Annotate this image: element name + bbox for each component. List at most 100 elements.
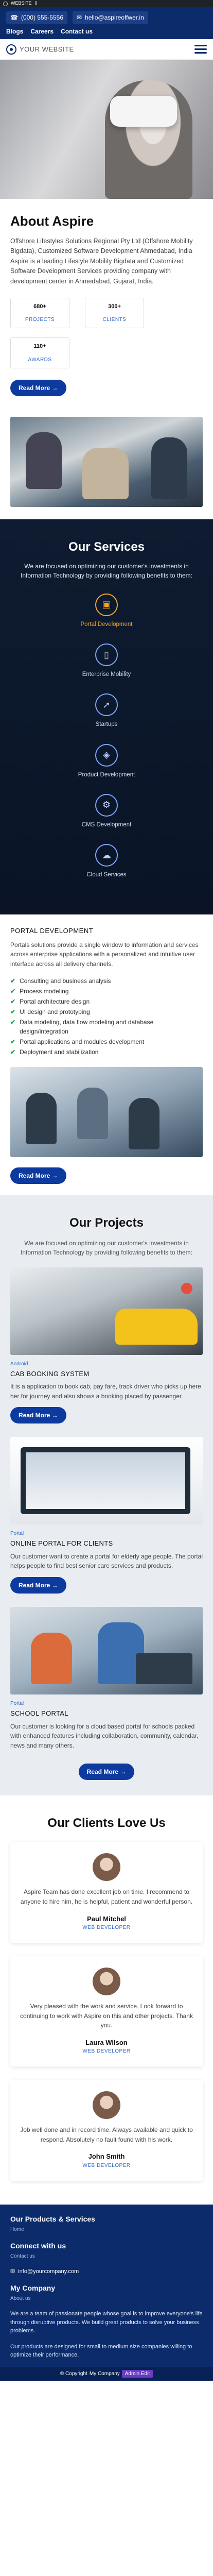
projects-more-button[interactable]: Read More →	[78, 1764, 135, 1781]
project-image[interactable]	[10, 1267, 203, 1355]
check-icon: ✔	[10, 1018, 16, 1026]
checklist-text: UI design and prototyping	[20, 1008, 90, 1015]
about-text: Offshore Lifestyles Solutions Regional P…	[10, 238, 193, 285]
about-image	[10, 416, 203, 507]
testimonial-name: Paul Mitchel	[87, 1914, 126, 1923]
footer-text: Our products are designed for small to m…	[10, 2343, 192, 2359]
portal-checklist: ✔ Consulting and business analysis ✔ Proces…	[10, 976, 203, 1057]
portal-read-more-button[interactable]: Read More →	[10, 1167, 66, 1184]
testimonial-name: John Smith	[88, 2153, 125, 2161]
checklist-item: ✔ Deployment and stabilization	[10, 1047, 203, 1057]
services-lead: We are focused on optimizing our custome…	[21, 562, 192, 579]
checklist-text: Process modeling	[20, 987, 69, 995]
service-name: Product Development	[78, 771, 135, 778]
stat-number: 300+	[108, 303, 121, 310]
footer-email-link[interactable]: ✉ info@yourcompany.com	[10, 2267, 203, 2276]
checklist-item: ✔ Portal architecture design	[10, 997, 203, 1006]
admin-bar-count[interactable]: 0	[35, 0, 38, 7]
service-item[interactable]: ◈ Product Development	[10, 743, 203, 779]
testimonial-role: WEB DEVELOPER	[82, 2048, 131, 2055]
testimonial-text: Very pleased with the work and service. …	[20, 2003, 193, 2029]
phone-link[interactable]: ☎ (000) 555-5556	[6, 11, 68, 24]
projects-title: Our Projects	[69, 1215, 144, 1230]
project-title[interactable]: CAB BOOKING SYSTEM	[10, 1369, 203, 1379]
logo-icon	[6, 44, 16, 55]
service-name: Portal Development	[80, 621, 133, 628]
mobile-icon: ▯	[95, 643, 118, 667]
service-item[interactable]: ➚ Startups	[10, 693, 203, 729]
email-icon: ✉	[10, 2268, 15, 2275]
footer-products-title: Our Products & Services	[10, 2214, 95, 2223]
topbar-link-contact[interactable]: Contact us	[61, 27, 93, 36]
email-link[interactable]: ✉ hello@aspireoffwer.in	[73, 11, 148, 24]
site-logo[interactable]: YOUR WEBSITE	[6, 44, 74, 55]
cms-icon: ⚙	[95, 793, 118, 817]
portal-image	[10, 1066, 203, 1157]
checklist-text: Deployment and stabilization	[20, 1048, 99, 1056]
testimonial-name: Laura Wilson	[85, 2038, 128, 2046]
about-title: About Aspire	[10, 213, 94, 229]
topbar-link-blogs[interactable]: Blogs	[6, 27, 23, 36]
checklist-text: Portal architecture design	[20, 997, 90, 1005]
service-name: Enterprise Mobility	[82, 671, 131, 678]
project-card: Portal SCHOOL PORTAL Our customer is loo…	[10, 1607, 203, 1750]
copyright-bar: © Copyright My Company Admin Edit	[0, 2366, 213, 2381]
checklist-item: ✔ Process modeling	[10, 987, 203, 996]
project-read-more-button[interactable]: Read More →	[10, 1407, 66, 1424]
footer-contact-link[interactable]: Contact us	[10, 2252, 203, 2260]
admin-edit-button[interactable]: Admin Edit	[121, 2369, 153, 2378]
testimonial-card: Aspire Team has done excellent job on ti…	[10, 1842, 203, 1943]
menu-icon[interactable]	[194, 43, 207, 56]
project-card: Android CAB BOOKING SYSTEM It is a appli…	[10, 1267, 203, 1424]
service-item[interactable]: ▯ Enterprise Mobility	[10, 643, 203, 679]
checklist-item: ✔ Consulting and business analysis	[10, 976, 203, 986]
check-icon: ✔	[10, 997, 16, 1005]
topbar-link-careers[interactable]: Careers	[30, 27, 54, 36]
service-name: Cloud Services	[86, 872, 127, 878]
admin-bar-site[interactable]: WEBSITE	[11, 0, 32, 7]
footer: Our Products & Services Home Connect wit…	[0, 2204, 213, 2381]
footer-about-link[interactable]: About us	[10, 2295, 203, 2302]
stat-clients: 300+ CLIENTS	[85, 297, 144, 329]
checklist-item: ✔ Portal applications and modules develop…	[10, 1037, 203, 1046]
footer-company-title: My Company	[10, 2284, 56, 2293]
clients-section: Our Clients Love Us Aspire Team has done…	[0, 1795, 213, 2205]
checklist-item: ✔ UI design and prototyping	[10, 1007, 203, 1016]
footer-connect-title: Connect with us	[10, 2241, 66, 2250]
project-title[interactable]: SCHOOL PORTAL	[10, 1708, 203, 1719]
portal-text: Portals solutions provide a single windo…	[10, 941, 199, 968]
avatar	[93, 1968, 120, 1995]
project-text: Our customer want to create a portal for…	[10, 1552, 203, 1570]
testimonial-text: Aspire Team has done excellent job on ti…	[20, 1888, 193, 1905]
service-item[interactable]: ☁ Cloud Services	[10, 844, 203, 879]
testimonial-text: Job well done and in record time. Always…	[20, 2126, 193, 2143]
projects-lead: We are focused on optimizing our custome…	[21, 1239, 192, 1256]
clients-title: Our Clients Love Us	[47, 1816, 166, 1831]
box-icon: ◈	[95, 743, 118, 767]
monitor-icon: ▣	[95, 593, 118, 616]
project-read-more-button[interactable]: Read More →	[10, 1577, 66, 1594]
about-read-more-button[interactable]: Read More →	[10, 379, 66, 396]
service-name: CMS Development	[81, 821, 132, 828]
project-image[interactable]	[10, 1607, 203, 1695]
stat-number: 680+	[33, 303, 46, 310]
testimonial-card: Job well done and in record time. Always…	[10, 2080, 203, 2181]
project-tag: Portal	[10, 1701, 24, 1707]
service-item[interactable]: ⚙ CMS Development	[10, 793, 203, 829]
copyright-text: © Copyright	[60, 2370, 87, 2377]
footer-home-link[interactable]: Home	[10, 2226, 203, 2233]
projects-section: Our Projects We are focused on optimizin…	[0, 1195, 213, 1796]
service-item[interactable]: ▣ Portal Development	[10, 593, 203, 629]
wordpress-icon[interactable]	[3, 1, 8, 6]
logo-text: YOUR WEBSITE	[20, 45, 74, 53]
stat-label: CLIENTS	[102, 317, 127, 323]
project-title[interactable]: ONLINE PORTAL FOR CLIENTS	[10, 1538, 203, 1549]
about-section: About Aspire Offshore Lifestyles Solutio…	[0, 199, 213, 409]
project-image[interactable]	[10, 1437, 203, 1525]
checklist-text: Data modeling, data flow modeling and da…	[20, 1018, 154, 1035]
site-header: YOUR WEBSITE	[0, 39, 213, 60]
stat-number: 110+	[33, 343, 46, 350]
checklist-text: Portal applications and modules developm…	[20, 1038, 145, 1045]
project-text: Our customer is looking for a cloud base…	[10, 1722, 199, 1749]
stat-projects: 680+ PROJECTS	[10, 297, 69, 329]
